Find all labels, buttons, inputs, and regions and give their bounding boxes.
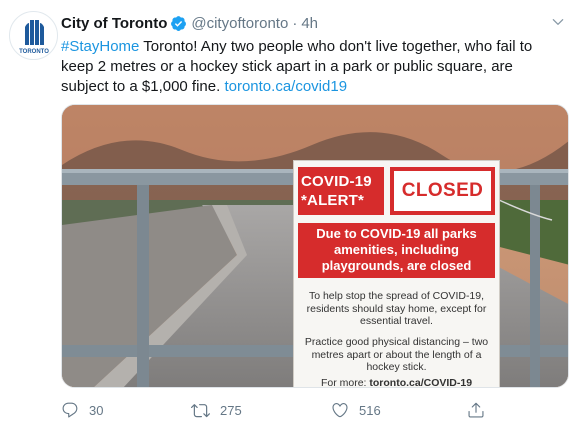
hashtag-link[interactable]: #StayHome <box>61 38 139 55</box>
tweet-header: City of Toronto @cityoftoronto · 4h <box>61 13 318 33</box>
sign-alert-line1: COVID-19 <box>301 173 372 190</box>
retweet-button[interactable]: 275 <box>191 398 242 422</box>
chevron-down-icon[interactable] <box>548 12 568 32</box>
like-button[interactable]: 516 <box>331 398 381 422</box>
sign-alert-panel: COVID-19 *ALERT* <box>298 167 384 215</box>
like-icon <box>332 403 348 418</box>
covid-sign: COVID-19 *ALERT* CLOSED Due to COVID-19 … <box>294 161 499 388</box>
sign-more-prefix: For more: <box>320 377 370 388</box>
city-of-toronto-logo: TORONTO <box>19 19 49 55</box>
sign-closed-text: CLOSED <box>394 171 491 211</box>
tweet-actions: 30 275 516 <box>61 398 501 422</box>
like-count: 516 <box>359 402 381 418</box>
sign-more-link: toronto.ca/COVID-19 <box>369 377 473 388</box>
tweet-text: #StayHome Toronto! Any two people who do… <box>61 37 561 97</box>
sign-more-info: For more: toronto.ca/COVID-19 <box>298 377 495 388</box>
url-link[interactable]: toronto.ca/covid19 <box>224 78 347 95</box>
display-name[interactable]: City of Toronto <box>61 15 167 32</box>
avatar[interactable]: TORONTO <box>9 11 58 60</box>
logo-text: TORONTO <box>19 49 49 55</box>
reply-icon <box>62 402 78 418</box>
sign-paragraph-2: Practice good physical distancing – two … <box>304 336 489 373</box>
share-button[interactable] <box>467 398 485 422</box>
share-icon <box>468 402 484 418</box>
handle[interactable]: @cityoftoronto <box>191 15 288 32</box>
sign-closed-panel: CLOSED <box>390 167 495 215</box>
timestamp[interactable]: 4h <box>301 15 318 32</box>
tweet-photo[interactable]: COVID-19 *ALERT* CLOSED Due to COVID-19 … <box>61 104 569 388</box>
reply-button[interactable]: 30 <box>61 398 103 422</box>
sign-paragraph-1: To help stop the spread of COVID-19, res… <box>306 290 487 327</box>
verified-badge-icon <box>170 15 187 32</box>
sign-banner: Due to COVID-19 all parks amenities, inc… <box>298 223 495 278</box>
separator: · <box>292 14 298 32</box>
reply-count: 30 <box>89 402 104 418</box>
tweet: TORONTO City of Toronto @cityoftoronto ·… <box>0 0 577 429</box>
retweet-count: 275 <box>220 402 242 418</box>
sign-alert-line2: *ALERT* <box>301 192 365 209</box>
retweet-icon <box>191 403 210 417</box>
